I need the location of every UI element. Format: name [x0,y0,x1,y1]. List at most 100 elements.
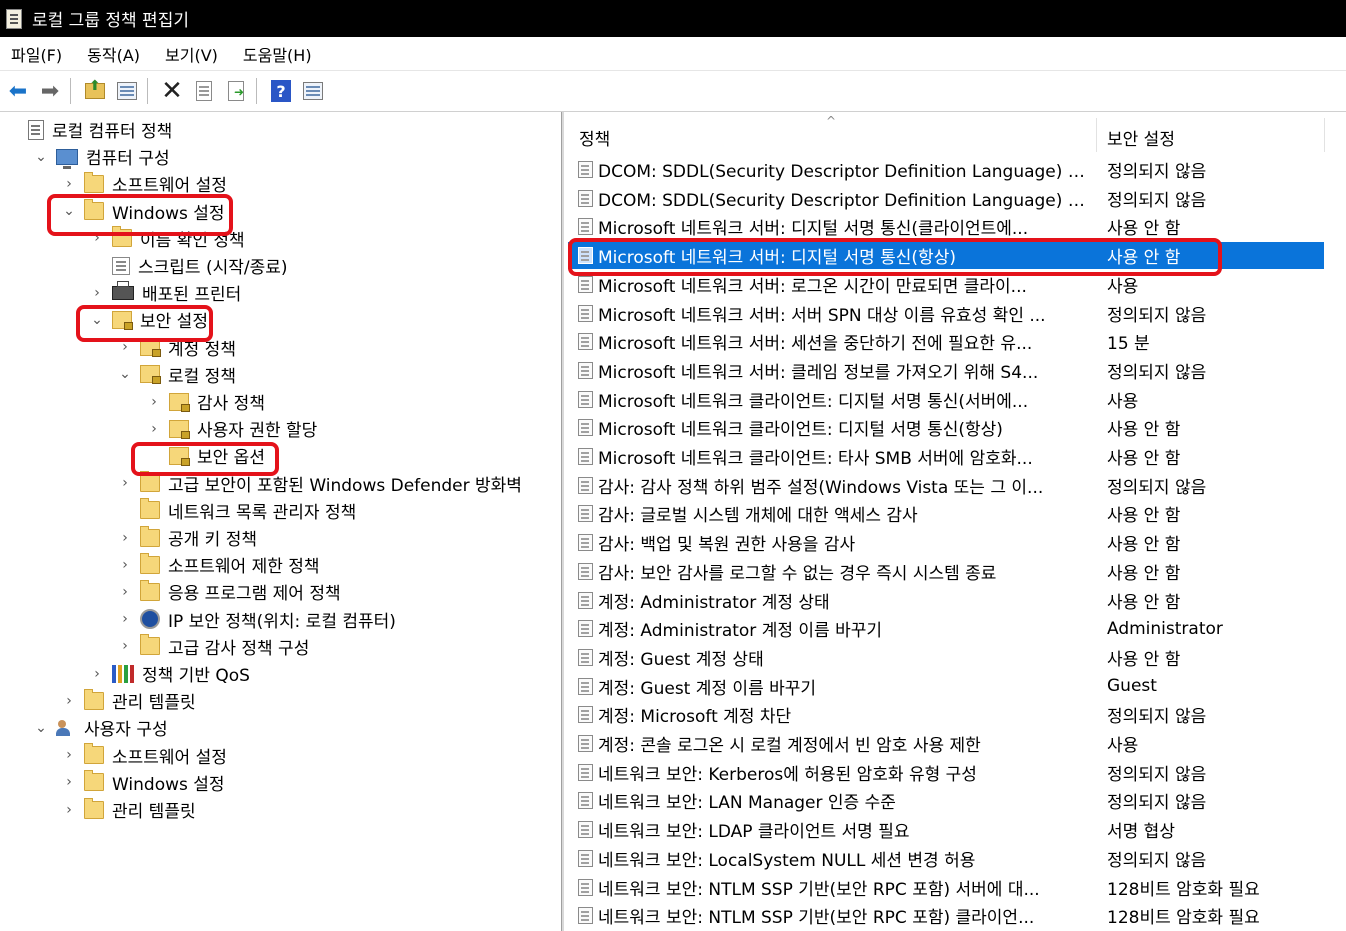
chevron-right-icon[interactable]: › [90,285,104,301]
chevron-right-icon[interactable]: › [118,638,132,654]
tree-item[interactable]: 보안 옵션 [169,442,265,469]
list-item[interactable]: Microsoft 네트워크 서버: 디지털 서명 통신(항상) 사용 안 함 [568,242,1324,270]
list-item[interactable]: Microsoft 네트워크 서버: 로그온 시간이 만료되면 클라이... 사용 [568,271,1324,298]
chevron-down-icon[interactable]: ⌄ [34,149,48,165]
chevron-right-icon[interactable]: › [118,530,132,546]
list-item[interactable]: DCOM: SDDL(Security Descriptor Definitio… [568,156,1324,183]
list-item[interactable]: 네트워크 보안: LDAP 클라이언트 서명 필요 서명 협상 [568,816,1324,843]
chevron-right-icon[interactable]: › [62,747,76,763]
column-separator[interactable] [1096,118,1097,152]
list-item[interactable]: Microsoft 네트워크 서버: 디지털 서명 통신(클라이언트에... 사용… [568,213,1324,240]
list-item[interactable]: 계정: 콘솔 로그온 시 로컬 계정에서 빈 암호 사용 제한 사용 [568,730,1324,757]
tree-item[interactable]: › 소프트웨어 제한 정책 [122,551,320,578]
chevron-right-icon[interactable]: › [62,774,76,790]
tree-item[interactable]: › 이름 확인 정책 [94,225,245,252]
menu-view[interactable]: 보기(V) [165,42,218,66]
chevron-down-icon[interactable]: ⌄ [62,203,76,219]
chevron-right-icon[interactable]: › [62,693,76,709]
properties-icon[interactable] [190,77,218,105]
list-item[interactable]: 계정: Administrator 계정 상태 사용 안 함 [568,587,1324,614]
list-item[interactable]: DCOM: SDDL(Security Descriptor Definitio… [568,185,1324,212]
list-item[interactable]: Microsoft 네트워크 서버: 서버 SPN 대상 이름 유효성 확인 .… [568,300,1324,327]
list-item[interactable]: 감사: 백업 및 복원 권한 사용을 감사 사용 안 함 [568,529,1324,556]
chevron-down-icon[interactable]: ⌄ [90,312,104,328]
show-hide-tree-icon[interactable] [113,77,141,105]
policy-setting-icon [578,333,593,351]
tree-item[interactable]: › IP 보안 정책(위치: 로컬 컴퓨터) [122,606,396,633]
menu-file[interactable]: 파일(F) [11,42,62,66]
chevron-right-icon[interactable]: › [62,802,76,818]
title-bar: 로컬 그룹 정책 편집기 [0,0,1346,37]
tree-item[interactable]: › 공개 키 정책 [122,524,257,551]
list-item[interactable]: Microsoft 네트워크 클라이언트: 디지털 서명 통신(서버에... 사용 [568,386,1324,413]
chevron-down-icon[interactable]: ⌄ [118,366,132,382]
chevron-right-icon[interactable]: › [118,557,132,573]
tree-item[interactable]: › 사용자 권한 할당 [151,415,317,442]
tree-item[interactable]: › 응용 프로그램 제어 정책 [122,578,341,605]
tree-item[interactable]: › 고급 감사 정책 구성 [122,633,309,660]
tree-item[interactable]: ⌄ 컴퓨터 구성 [35,143,170,170]
list-item[interactable]: 네트워크 보안: NTLM SSP 기반(보안 RPC 포함) 서버에 대...… [568,874,1324,901]
tree-item[interactable]: › 계정 정책 [122,334,236,361]
folder-icon [140,579,160,601]
tree-item[interactable]: ⌄ Windows 설정 [63,198,225,225]
tree-item[interactable]: › 정책 기반 QoS [94,660,250,687]
list-item[interactable]: Microsoft 네트워크 서버: 클레임 정보를 가져오기 위해 S4...… [568,357,1324,384]
list-item[interactable]: 계정: Administrator 계정 이름 바꾸기 Administrator [568,615,1324,642]
policy-setting-icon [578,821,593,839]
list-item[interactable]: 계정: Guest 계정 이름 바꾸기 Guest [568,673,1324,700]
list-item[interactable]: 네트워크 보안: NTLM SSP 기반(보안 RPC 포함) 클라이언... 1… [568,902,1324,929]
chevron-down-icon[interactable]: ⌄ [34,720,48,736]
list-item[interactable]: 네트워크 보안: LocalSystem NULL 세션 변경 허용 정의되지 않… [568,845,1324,872]
tree-item[interactable]: › 관리 템플릿 [66,796,196,823]
chevron-right-icon[interactable]: › [118,339,132,355]
tree-item[interactable]: ⌄ 로컬 정책 [119,361,236,388]
list-item[interactable]: 계정: Guest 계정 상태 사용 안 함 [568,644,1324,671]
forward-icon[interactable]: ➡ [36,77,64,105]
tree-item[interactable]: › 소프트웨어 설정 [66,742,227,769]
export-list-icon[interactable] [222,77,250,105]
policy-name: 네트워크 보안: NTLM SSP 기반(보안 RPC 포함) 서버에 대... [598,879,1040,900]
chevron-right-icon[interactable]: › [118,584,132,600]
policy-setting-value: 정의되지 않음 [1107,162,1207,182]
tree-item[interactable]: 스크립트 (시작/종료) [112,252,288,279]
list-item[interactable]: 네트워크 보안: Kerberos에 허용된 암호화 유형 구성 정의되지 않음 [568,759,1324,786]
column-separator[interactable] [1324,118,1325,152]
list-item[interactable]: 감사: 감사 정책 하위 범주 설정(Windows Vista 또는 그 이.… [568,472,1324,499]
column-header-policy[interactable]: 정책 [579,122,610,152]
menu-help[interactable]: 도움말(H) [243,42,312,66]
chevron-right-icon[interactable]: › [118,475,132,491]
list-item[interactable]: Microsoft 네트워크 클라이언트: 타사 SMB 서버에 암호화... 사… [568,443,1324,470]
up-folder-icon[interactable] [81,77,109,105]
chevron-right-icon[interactable]: › [147,421,161,437]
list-item[interactable]: Microsoft 네트워크 클라이언트: 디지털 서명 통신(항상) 사용 안 … [568,414,1324,441]
list-item[interactable]: 계정: Microsoft 계정 차단 정의되지 않음 [568,701,1324,728]
tree-item[interactable]: › 관리 템플릿 [66,687,196,714]
list-item[interactable]: 네트워크 보안: LAN Manager 인증 수준 정의되지 않음 [568,787,1324,814]
back-icon[interactable]: ⬅ [4,77,32,105]
tree-item[interactable]: ⌄ 보안 설정 [91,306,208,333]
tree-item[interactable]: › 소프트웨어 설정 [66,170,227,197]
view-icon[interactable] [299,77,327,105]
list-item[interactable]: Microsoft 네트워크 서버: 세션을 중단하기 전에 필요한 유... 1… [568,328,1324,355]
tree-item[interactable]: › 배포된 프린터 [94,279,241,306]
tree-item[interactable]: › 고급 보안이 포함된 Windows Defender 방화벽 [122,470,522,497]
help-icon[interactable]: ? [267,77,295,105]
menu-action[interactable]: 동작(A) [87,42,140,66]
chevron-right-icon[interactable]: › [90,666,104,682]
tree-item[interactable]: › 감사 정책 [151,388,265,415]
column-header-setting[interactable]: 보안 설정 [1107,122,1175,152]
delete-icon[interactable]: ✕ [158,76,186,106]
list-item[interactable]: 감사: 보안 감사를 로그할 수 없는 경우 즉시 시스템 종료 사용 안 함 [568,558,1324,585]
tree-item[interactable]: › Windows 설정 [66,769,225,796]
chevron-right-icon[interactable]: › [62,176,76,192]
chevron-right-icon[interactable]: › [147,394,161,410]
policy-setting-icon [578,476,593,494]
tree-item[interactable]: ⌄ 사용자 구성 [35,714,168,741]
chevron-right-icon[interactable]: › [118,611,132,627]
list-item[interactable]: 감사: 글로벌 시스템 개체에 대한 액세스 감사 사용 안 함 [568,500,1324,527]
chevron-right-icon[interactable]: › [90,230,104,246]
policy-setting-icon [578,792,593,810]
tree-item[interactable]: 로컬 컴퓨터 정책 [28,116,172,143]
tree-item[interactable]: 네트워크 목록 관리자 정책 [140,497,356,524]
